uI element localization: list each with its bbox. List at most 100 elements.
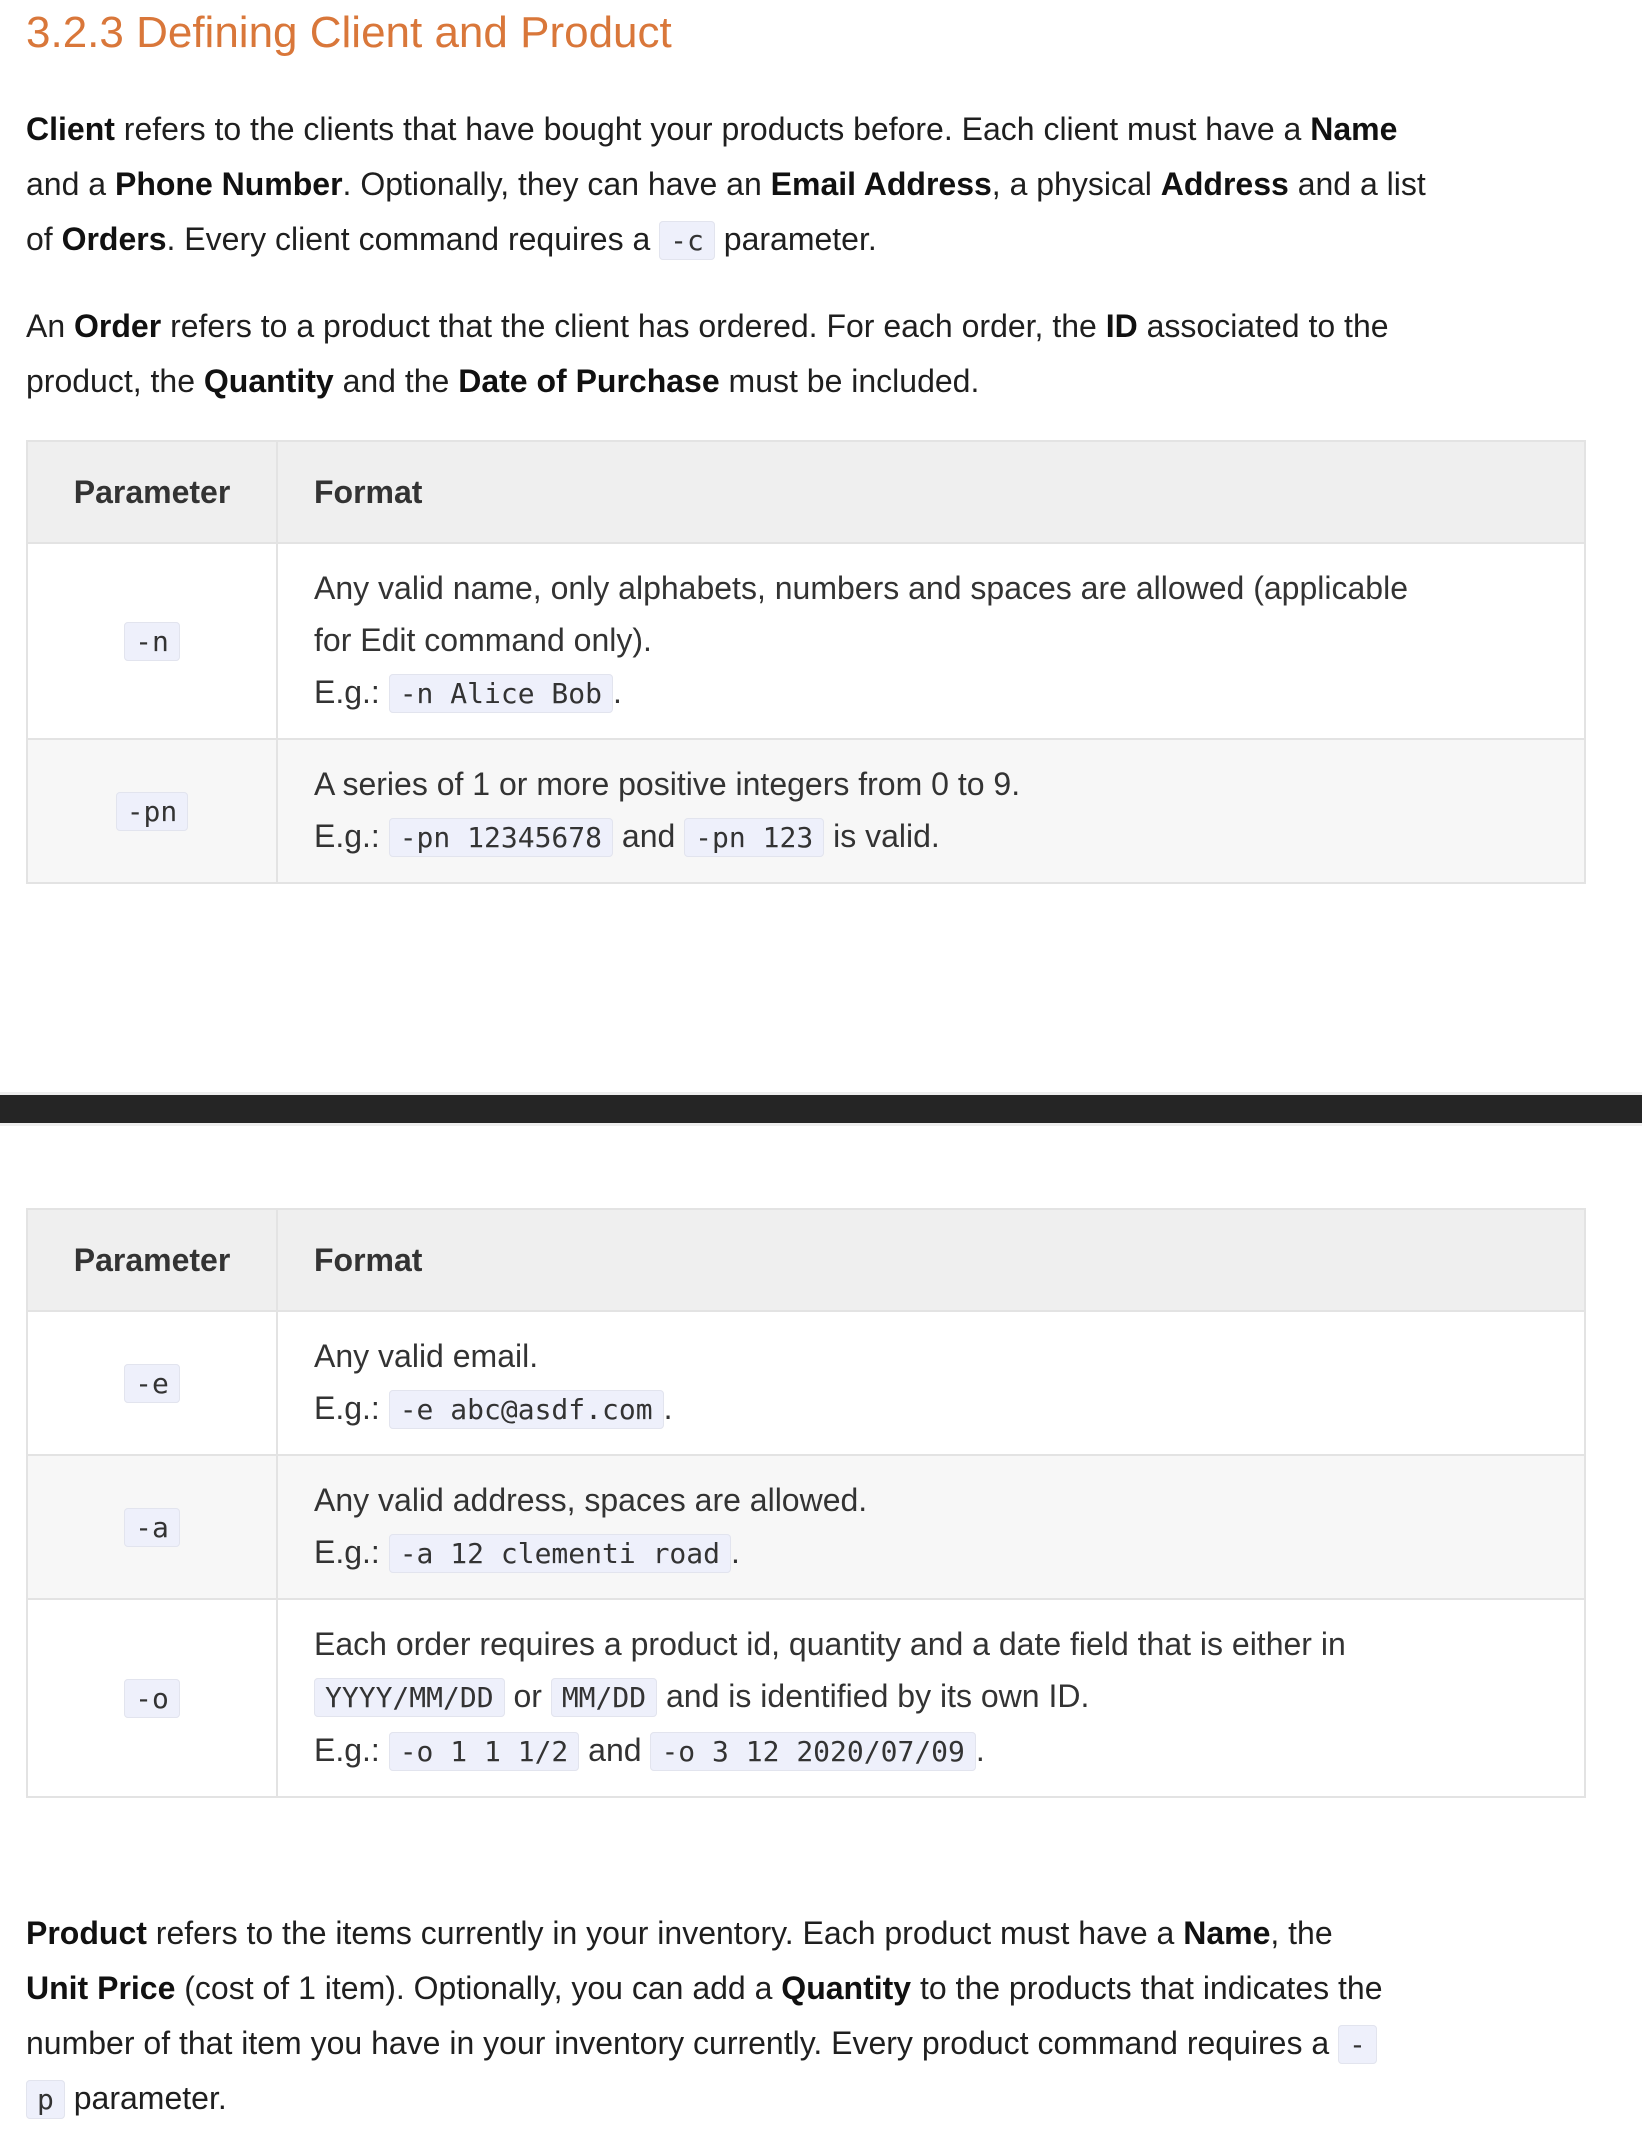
inline-code: p — [26, 2080, 65, 2119]
table-row: -o Each order requires a product id, quan… — [26, 1598, 1586, 1798]
bold-text: Order — [74, 308, 162, 344]
header-parameter: Parameter — [26, 1208, 278, 1312]
client-paragraph: Client refers to the clients that have b… — [26, 102, 1426, 267]
table-row: -pn A series of 1 or more positive intege… — [26, 738, 1586, 884]
text: . Every client command requires a — [166, 221, 660, 257]
parameter-code: -o — [124, 1679, 180, 1718]
text: . — [731, 1534, 740, 1570]
text: refers to the clients that have bought y… — [114, 111, 1311, 147]
header-format: Format — [276, 440, 1586, 544]
text: , a physical — [991, 166, 1161, 202]
table-row: -n Any valid name, only alphabets, number… — [26, 542, 1586, 740]
parameter-cell: -a — [26, 1454, 278, 1600]
text: and — [613, 818, 685, 854]
text-line: for Edit command only). — [314, 614, 1548, 666]
text-line: number of that item you have in your inv… — [26, 2016, 1382, 2071]
text: , the — [1270, 1915, 1333, 1951]
text: product, the — [26, 363, 204, 399]
parameter-code: -a — [124, 1508, 180, 1547]
text: Each order requires a product id, quanti… — [314, 1626, 1346, 1662]
text-line: and a Phone Number. Optionally, they can… — [26, 157, 1426, 212]
header-format: Format — [276, 1208, 1586, 1312]
text: A series of 1 or more positive integers … — [314, 766, 1021, 802]
text: number of that item you have in your inv… — [26, 2025, 1339, 2061]
text: An — [26, 308, 75, 344]
inline-code: -pn 12345678 — [388, 818, 613, 857]
bold-text: Orders — [61, 221, 167, 257]
bold-text: Name — [1183, 1915, 1271, 1951]
bold-text: Quantity — [781, 1970, 912, 2006]
text-line: E.g.: -o 1 1 1/2 and -o 3 12 2020/07/09. — [314, 1724, 1548, 1778]
order-paragraph: An Order refers to a product that the cl… — [26, 299, 1389, 409]
text: parameter. — [714, 221, 877, 257]
text: E.g.: — [314, 1732, 389, 1768]
inline-code: YYYY/MM/DD — [314, 1678, 505, 1717]
parameter-cell: -e — [26, 1310, 278, 1456]
text: Any valid name, only alphabets, numbers … — [314, 570, 1408, 606]
bold-text: Unit Price — [26, 1970, 176, 2006]
inline-code: -c — [659, 221, 715, 260]
text-line: Each order requires a product id, quanti… — [314, 1618, 1548, 1670]
bold-text: Email Address — [770, 166, 992, 202]
parameter-code: -e — [124, 1364, 180, 1403]
text: (cost of 1 item). Optionally, you can ad… — [175, 1970, 782, 2006]
inline-code: -o 3 12 2020/07/09 — [650, 1732, 976, 1771]
product-paragraph: Product refers to the items currently in… — [26, 1906, 1382, 2126]
inline-code: - — [1338, 2025, 1377, 2064]
bold-text: Quantity — [203, 363, 334, 399]
header-parameter: Parameter — [26, 440, 278, 544]
text: Any valid address, spaces are allowed. — [314, 1482, 868, 1518]
text-line: E.g.: -n Alice Bob. — [314, 666, 1548, 720]
text-line: E.g.: -e abc@asdf.com. — [314, 1382, 1548, 1436]
parameter-cell: -n — [26, 542, 278, 740]
text: or — [504, 1678, 551, 1714]
table-row: -e Any valid email. E.g.: -e abc@asdf.com. — [26, 1310, 1586, 1456]
format-cell: Any valid address, spaces are allowed. E.… — [276, 1454, 1586, 1600]
page-divider-bar — [0, 1092, 1642, 1126]
text: and is identified by its own ID. — [657, 1678, 1090, 1714]
inline-code: -e abc@asdf.com — [388, 1390, 664, 1429]
text-line: Product refers to the items currently in… — [26, 1906, 1382, 1961]
text-line: Client refers to the clients that have b… — [26, 102, 1426, 157]
text-line: Unit Price (cost of 1 item). Optionally,… — [26, 1961, 1382, 2016]
text-line: A series of 1 or more positive integers … — [314, 758, 1548, 810]
bold-text: Product — [26, 1915, 147, 1951]
text: is valid. — [824, 818, 940, 854]
text-line: E.g.: -pn 12345678 and -pn 123 is valid. — [314, 810, 1548, 864]
text: must be included. — [719, 363, 980, 399]
text: of — [26, 221, 62, 257]
bold-text: Client — [26, 111, 115, 147]
table-row: -a Any valid address, spaces are allowed.… — [26, 1454, 1586, 1600]
text: refers to a product that the client has … — [161, 308, 1106, 344]
bold-text: Name — [1310, 111, 1398, 147]
text: and a list — [1288, 166, 1426, 202]
text-line: An Order refers to a product that the cl… — [26, 299, 1389, 354]
bold-text: Address — [1160, 166, 1289, 202]
text-line: product, the Quantity and the Date of Pu… — [26, 354, 1389, 409]
bold-text: Date of Purchase — [458, 363, 720, 399]
text: for Edit command only). — [314, 622, 652, 658]
text: and a — [26, 166, 115, 202]
text: E.g.: — [314, 818, 389, 854]
format-cell: Each order requires a product id, quanti… — [276, 1598, 1586, 1798]
text-line: Any valid address, spaces are allowed. — [314, 1474, 1548, 1526]
text: and the — [333, 363, 459, 399]
text: . — [613, 674, 622, 710]
text: associated to the — [1137, 308, 1389, 344]
bold-text: ID — [1105, 308, 1138, 344]
text: . — [975, 1732, 985, 1768]
text: . Optionally, they can have an — [342, 166, 771, 202]
client-parameter-table-2: Parameter Format -e Any valid email. E.g.:… — [26, 1208, 1586, 1798]
text-line: YYYY/MM/DD or MM/DD and is identified by… — [314, 1670, 1548, 1724]
inline-code: -pn 123 — [684, 818, 825, 857]
text: E.g.: — [314, 674, 389, 710]
text: Any valid email. — [314, 1338, 539, 1374]
text: parameter. — [64, 2080, 227, 2116]
parameter-cell: -o — [26, 1598, 278, 1798]
text: to the products that indicates the — [911, 1970, 1383, 2006]
text: . — [663, 1390, 673, 1426]
text-line: Any valid name, only alphabets, numbers … — [314, 562, 1548, 614]
parameter-code: -n — [124, 622, 180, 661]
parameter-code: -pn — [115, 792, 189, 831]
text-line: Any valid email. — [314, 1330, 1548, 1382]
